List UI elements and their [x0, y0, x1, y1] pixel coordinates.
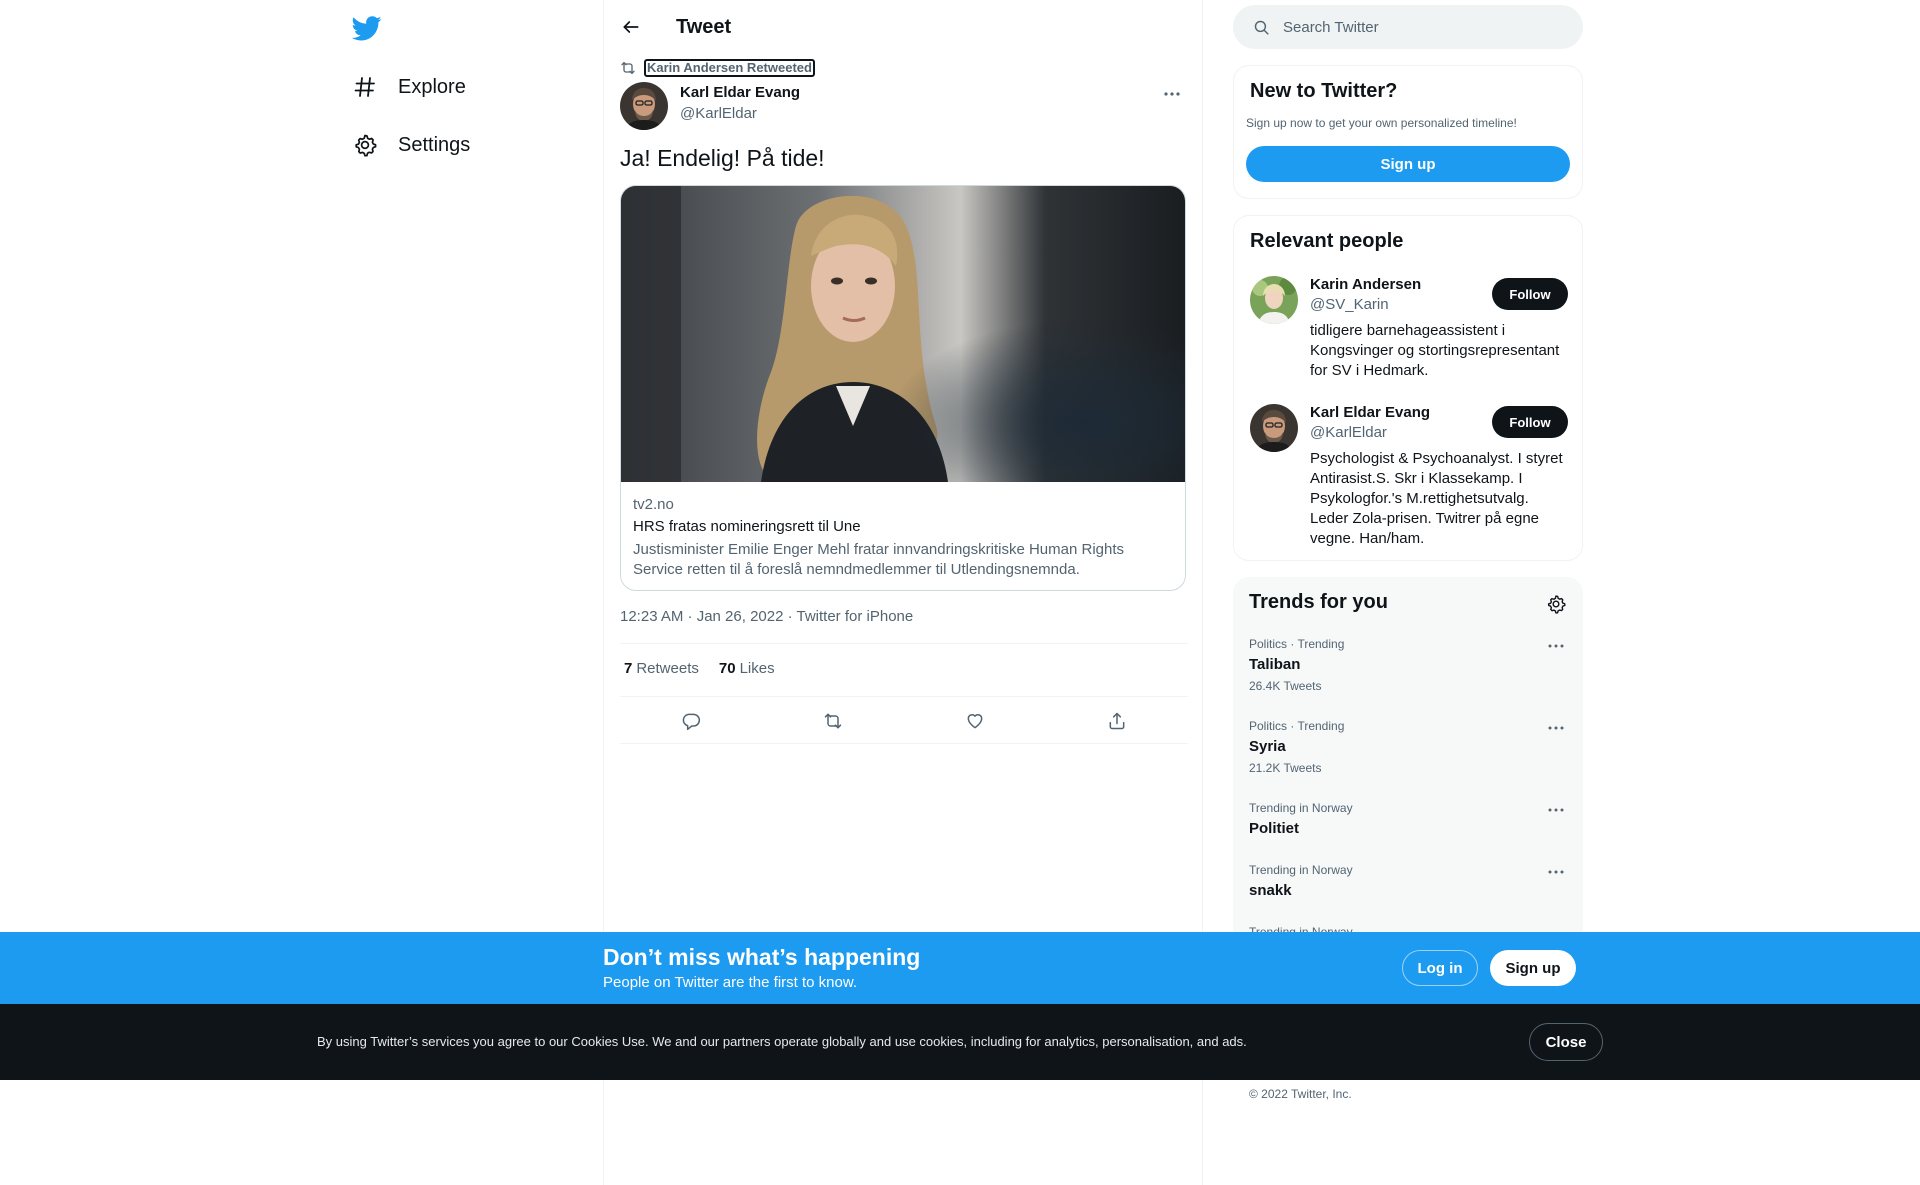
- trend-more-button[interactable]: [1545, 803, 1567, 817]
- author-name[interactable]: Karl Eldar Evang: [680, 84, 800, 101]
- retweets-stat[interactable]: 7 Retweets: [624, 660, 699, 677]
- cookie-text: By using Twitter’s services you agree to…: [317, 1034, 1247, 1049]
- trend-count: 21.2K Tweets: [1249, 761, 1322, 775]
- retweet-icon: [621, 62, 635, 74]
- copyright: © 2022 Twitter, Inc.: [1249, 1087, 1352, 1101]
- likes-label: Likes: [739, 660, 775, 677]
- avatar[interactable]: [1250, 404, 1298, 452]
- more-dots-icon: [1548, 726, 1564, 730]
- relevant-people-title: Relevant people: [1250, 230, 1404, 252]
- trend-more-button[interactable]: [1545, 865, 1567, 879]
- person-bio: Psychologist & Psychoanalyst. I styret A…: [1310, 450, 1563, 547]
- retweets-count: 7: [624, 660, 633, 677]
- divider: [620, 696, 1188, 697]
- card-description: Justisminister Emilie Enger Mehl fratar …: [633, 541, 1125, 578]
- trend-meta: Trending in Norway: [1249, 863, 1353, 877]
- page-title: Tweet: [676, 16, 732, 38]
- trends-panel: Trends for you Politics · Trending Talib…: [1233, 577, 1583, 955]
- gear-icon: [1547, 595, 1566, 614]
- avatar[interactable]: [1250, 276, 1298, 324]
- person-name[interactable]: Karin Andersen: [1310, 276, 1421, 293]
- trend-meta: Trending in Norway: [1249, 801, 1353, 815]
- trend-name: Syria: [1249, 738, 1286, 755]
- trend-name: snakk: [1249, 882, 1292, 899]
- trend-count: 26.4K Tweets: [1249, 679, 1322, 693]
- trend-name: Politiet: [1249, 820, 1300, 837]
- trends-settings-button[interactable]: [1545, 593, 1567, 615]
- trend-item[interactable]: Politics · Trending Taliban 26.4K Tweets: [1249, 637, 1567, 693]
- new-to-twitter-title: New to Twitter?: [1250, 80, 1398, 102]
- gear-icon: [352, 132, 378, 158]
- author-handle[interactable]: @KarlEldar: [680, 105, 757, 122]
- likes-stat[interactable]: 70 Likes: [719, 660, 775, 677]
- retweet-icon: [824, 713, 842, 729]
- twitter-bird-icon[interactable]: [351, 13, 382, 43]
- like-button[interactable]: [960, 706, 990, 736]
- link-preview-card[interactable]: tv2.no HRS fratas nomineringsrett til Un…: [620, 185, 1186, 591]
- search-bar[interactable]: [1233, 5, 1583, 49]
- nav-label-settings: Settings: [398, 133, 471, 156]
- tweet-more-button[interactable]: [1159, 84, 1185, 104]
- trend-meta: Politics · Trending: [1249, 719, 1345, 733]
- share-button[interactable]: [1102, 706, 1132, 736]
- search-input[interactable]: [1283, 18, 1563, 36]
- arrow-left-icon: [623, 21, 639, 33]
- person-handle[interactable]: @SV_Karin: [1310, 296, 1389, 313]
- cookie-close-button[interactable]: Close: [1529, 1023, 1603, 1061]
- follow-button[interactable]: Follow: [1492, 406, 1568, 438]
- more-dots-icon: [1548, 808, 1564, 812]
- trend-item[interactable]: Trending in Norway snakk: [1249, 863, 1567, 899]
- share-icon: [1109, 712, 1125, 730]
- heart-icon: [967, 714, 983, 729]
- divider: [620, 743, 1188, 744]
- person-name[interactable]: Karl Eldar Evang: [1310, 404, 1430, 421]
- back-button[interactable]: [616, 12, 646, 42]
- reply-button[interactable]: [676, 706, 706, 736]
- banner-title: Don’t miss what’s happening: [603, 944, 921, 970]
- trend-more-button[interactable]: [1545, 721, 1567, 735]
- more-dots-icon: [1548, 644, 1564, 648]
- tweet-text: Ja! Endelig! På tide!: [620, 145, 825, 171]
- banner-subtitle: People on Twitter are the first to know.: [603, 974, 858, 991]
- tweet-timestamp[interactable]: 12:23 AM · Jan 26, 2022 · Twitter for iP…: [620, 608, 913, 625]
- relevant-people-panel: Relevant people Karin Andersen @SV_Karin…: [1233, 215, 1583, 561]
- cookie-banner: By using Twitter’s services you agree to…: [0, 1004, 1920, 1080]
- nav-label-explore: Explore: [398, 75, 466, 98]
- more-dots-icon: [1548, 870, 1564, 874]
- person-bio: tidligere barnehageassistent i Kongsving…: [1310, 322, 1560, 379]
- retweeted-by-link[interactable]: Karin Andersen Retweeted: [644, 59, 815, 77]
- trends-title: Trends for you: [1249, 591, 1388, 613]
- likes-count: 70: [718, 660, 736, 677]
- tweet-actions: [620, 706, 1188, 736]
- trend-item[interactable]: Trending in Norway Politiet: [1249, 801, 1567, 837]
- retweets-label: Retweets: [636, 660, 699, 677]
- retweet-context: Karin Andersen Retweeted: [620, 59, 815, 77]
- trend-name: Taliban: [1249, 656, 1301, 673]
- card-meta: tv2.no HRS fratas nomineringsrett til Un…: [633, 496, 1173, 580]
- tweet-stats: 7 Retweets 70 Likes: [624, 660, 775, 677]
- reply-icon: [682, 713, 701, 731]
- retweet-button[interactable]: [818, 706, 848, 736]
- person-handle[interactable]: @KarlEldar: [1310, 424, 1387, 441]
- divider: [620, 643, 1188, 644]
- more-dots-icon: [1164, 92, 1180, 96]
- login-button[interactable]: Log in: [1402, 950, 1478, 986]
- trend-more-button[interactable]: [1545, 639, 1567, 653]
- search-icon: [1251, 17, 1271, 37]
- card-domain: tv2.no: [633, 496, 674, 513]
- nav-item-explore[interactable]: Explore: [352, 67, 466, 107]
- trend-item[interactable]: Politics · Trending Syria 21.2K Tweets: [1249, 719, 1567, 775]
- card-title: HRS fratas nomineringsrett til Une: [633, 518, 861, 535]
- follow-button[interactable]: Follow: [1492, 278, 1568, 310]
- banner-signup-button[interactable]: Sign up: [1490, 950, 1576, 986]
- author-avatar[interactable]: [620, 82, 668, 130]
- new-to-twitter-subtitle: Sign up now to get your own personalized…: [1246, 116, 1517, 130]
- card-image: [621, 186, 1185, 482]
- new-to-twitter-panel: New to Twitter? Sign up now to get your …: [1233, 65, 1583, 199]
- hashtag-icon: [352, 74, 378, 100]
- signup-banner: Don’t miss what’s happening People on Tw…: [0, 932, 1920, 1004]
- nav-item-settings[interactable]: Settings: [352, 125, 470, 165]
- sidebar-signup-button[interactable]: Sign up: [1246, 146, 1570, 182]
- trend-meta: Politics · Trending: [1249, 637, 1345, 651]
